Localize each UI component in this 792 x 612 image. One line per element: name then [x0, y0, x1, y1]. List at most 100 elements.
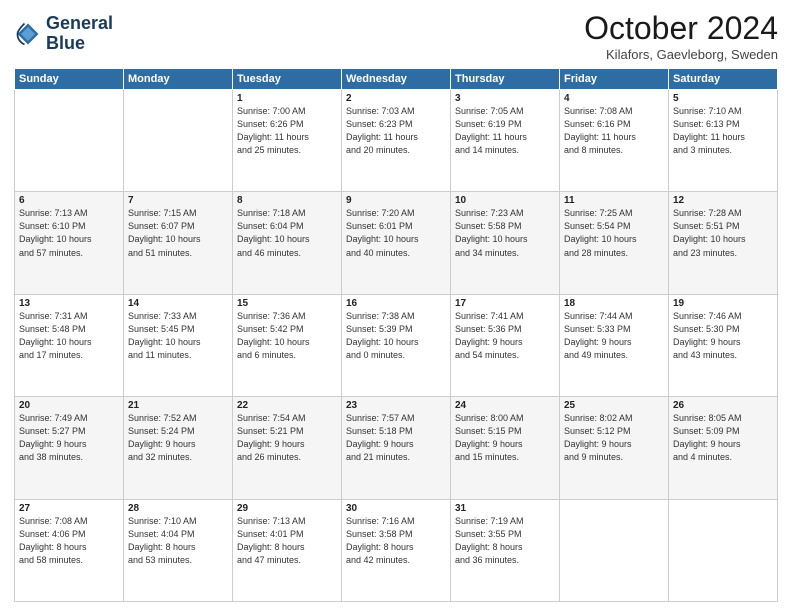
day-number: 12 — [673, 195, 773, 206]
day-header-friday: Friday — [560, 69, 669, 90]
day-number: 22 — [237, 400, 337, 411]
day-number: 7 — [128, 195, 228, 206]
day-cell: 2Sunrise: 7:03 AM Sunset: 6:23 PM Daylig… — [342, 90, 451, 192]
day-cell: 17Sunrise: 7:41 AM Sunset: 5:36 PM Dayli… — [451, 294, 560, 396]
day-number: 5 — [673, 93, 773, 104]
day-cell: 11Sunrise: 7:25 AM Sunset: 5:54 PM Dayli… — [560, 192, 669, 294]
location-subtitle: Kilafors, Gaevleborg, Sweden — [584, 47, 778, 62]
day-number: 23 — [346, 400, 446, 411]
day-info: Sunrise: 7:18 AM Sunset: 6:04 PM Dayligh… — [237, 207, 337, 259]
page: General Blue October 2024 Kilafors, Gaev… — [0, 0, 792, 612]
logo-text: General Blue — [46, 14, 113, 54]
day-header-thursday: Thursday — [451, 69, 560, 90]
day-info: Sunrise: 7:38 AM Sunset: 5:39 PM Dayligh… — [346, 310, 446, 362]
day-cell: 13Sunrise: 7:31 AM Sunset: 5:48 PM Dayli… — [15, 294, 124, 396]
day-number: 29 — [237, 503, 337, 514]
day-number: 30 — [346, 503, 446, 514]
day-cell — [15, 90, 124, 192]
day-number: 11 — [564, 195, 664, 206]
week-row-1: 1Sunrise: 7:00 AM Sunset: 6:26 PM Daylig… — [15, 90, 778, 192]
day-cell: 19Sunrise: 7:46 AM Sunset: 5:30 PM Dayli… — [669, 294, 778, 396]
calendar-header-row: SundayMondayTuesdayWednesdayThursdayFrid… — [15, 69, 778, 90]
day-info: Sunrise: 7:13 AM Sunset: 6:10 PM Dayligh… — [19, 207, 119, 259]
day-cell — [124, 90, 233, 192]
day-cell: 3Sunrise: 7:05 AM Sunset: 6:19 PM Daylig… — [451, 90, 560, 192]
day-cell: 23Sunrise: 7:57 AM Sunset: 5:18 PM Dayli… — [342, 397, 451, 499]
day-cell: 9Sunrise: 7:20 AM Sunset: 6:01 PM Daylig… — [342, 192, 451, 294]
day-cell: 29Sunrise: 7:13 AM Sunset: 4:01 PM Dayli… — [233, 499, 342, 601]
day-info: Sunrise: 7:03 AM Sunset: 6:23 PM Dayligh… — [346, 105, 446, 157]
day-info: Sunrise: 7:08 AM Sunset: 4:06 PM Dayligh… — [19, 515, 119, 567]
day-info: Sunrise: 7:20 AM Sunset: 6:01 PM Dayligh… — [346, 207, 446, 259]
day-cell: 22Sunrise: 7:54 AM Sunset: 5:21 PM Dayli… — [233, 397, 342, 499]
day-info: Sunrise: 7:00 AM Sunset: 6:26 PM Dayligh… — [237, 105, 337, 157]
day-number: 20 — [19, 400, 119, 411]
day-number: 1 — [237, 93, 337, 104]
week-row-3: 13Sunrise: 7:31 AM Sunset: 5:48 PM Dayli… — [15, 294, 778, 396]
day-info: Sunrise: 7:44 AM Sunset: 5:33 PM Dayligh… — [564, 310, 664, 362]
day-cell: 1Sunrise: 7:00 AM Sunset: 6:26 PM Daylig… — [233, 90, 342, 192]
day-info: Sunrise: 8:02 AM Sunset: 5:12 PM Dayligh… — [564, 412, 664, 464]
day-number: 26 — [673, 400, 773, 411]
day-header-wednesday: Wednesday — [342, 69, 451, 90]
day-number: 15 — [237, 298, 337, 309]
day-cell: 4Sunrise: 7:08 AM Sunset: 6:16 PM Daylig… — [560, 90, 669, 192]
day-cell: 27Sunrise: 7:08 AM Sunset: 4:06 PM Dayli… — [15, 499, 124, 601]
week-row-2: 6Sunrise: 7:13 AM Sunset: 6:10 PM Daylig… — [15, 192, 778, 294]
day-number: 8 — [237, 195, 337, 206]
day-info: Sunrise: 7:49 AM Sunset: 5:27 PM Dayligh… — [19, 412, 119, 464]
day-number: 28 — [128, 503, 228, 514]
day-cell — [560, 499, 669, 601]
day-info: Sunrise: 7:16 AM Sunset: 3:58 PM Dayligh… — [346, 515, 446, 567]
day-cell: 7Sunrise: 7:15 AM Sunset: 6:07 PM Daylig… — [124, 192, 233, 294]
day-number: 9 — [346, 195, 446, 206]
day-number: 19 — [673, 298, 773, 309]
week-row-4: 20Sunrise: 7:49 AM Sunset: 5:27 PM Dayli… — [15, 397, 778, 499]
day-cell: 16Sunrise: 7:38 AM Sunset: 5:39 PM Dayli… — [342, 294, 451, 396]
day-number: 25 — [564, 400, 664, 411]
month-title: October 2024 — [584, 10, 778, 47]
day-number: 4 — [564, 93, 664, 104]
day-cell: 6Sunrise: 7:13 AM Sunset: 6:10 PM Daylig… — [15, 192, 124, 294]
calendar-table: SundayMondayTuesdayWednesdayThursdayFrid… — [14, 68, 778, 602]
day-info: Sunrise: 7:52 AM Sunset: 5:24 PM Dayligh… — [128, 412, 228, 464]
day-cell: 24Sunrise: 8:00 AM Sunset: 5:15 PM Dayli… — [451, 397, 560, 499]
day-cell: 26Sunrise: 8:05 AM Sunset: 5:09 PM Dayli… — [669, 397, 778, 499]
day-cell: 31Sunrise: 7:19 AM Sunset: 3:55 PM Dayli… — [451, 499, 560, 601]
day-info: Sunrise: 7:15 AM Sunset: 6:07 PM Dayligh… — [128, 207, 228, 259]
logo-icon — [14, 20, 42, 48]
day-info: Sunrise: 7:33 AM Sunset: 5:45 PM Dayligh… — [128, 310, 228, 362]
day-cell: 8Sunrise: 7:18 AM Sunset: 6:04 PM Daylig… — [233, 192, 342, 294]
day-info: Sunrise: 7:54 AM Sunset: 5:21 PM Dayligh… — [237, 412, 337, 464]
day-header-monday: Monday — [124, 69, 233, 90]
day-info: Sunrise: 7:28 AM Sunset: 5:51 PM Dayligh… — [673, 207, 773, 259]
day-info: Sunrise: 7:05 AM Sunset: 6:19 PM Dayligh… — [455, 105, 555, 157]
day-info: Sunrise: 7:25 AM Sunset: 5:54 PM Dayligh… — [564, 207, 664, 259]
day-info: Sunrise: 7:08 AM Sunset: 6:16 PM Dayligh… — [564, 105, 664, 157]
day-number: 27 — [19, 503, 119, 514]
day-number: 18 — [564, 298, 664, 309]
day-number: 21 — [128, 400, 228, 411]
day-number: 6 — [19, 195, 119, 206]
logo: General Blue — [14, 14, 113, 54]
day-number: 13 — [19, 298, 119, 309]
day-cell: 5Sunrise: 7:10 AM Sunset: 6:13 PM Daylig… — [669, 90, 778, 192]
day-cell: 10Sunrise: 7:23 AM Sunset: 5:58 PM Dayli… — [451, 192, 560, 294]
calendar-body: 1Sunrise: 7:00 AM Sunset: 6:26 PM Daylig… — [15, 90, 778, 602]
day-info: Sunrise: 7:41 AM Sunset: 5:36 PM Dayligh… — [455, 310, 555, 362]
day-cell: 18Sunrise: 7:44 AM Sunset: 5:33 PM Dayli… — [560, 294, 669, 396]
day-number: 24 — [455, 400, 555, 411]
day-number: 10 — [455, 195, 555, 206]
day-header-sunday: Sunday — [15, 69, 124, 90]
day-cell: 28Sunrise: 7:10 AM Sunset: 4:04 PM Dayli… — [124, 499, 233, 601]
day-info: Sunrise: 7:10 AM Sunset: 4:04 PM Dayligh… — [128, 515, 228, 567]
day-cell — [669, 499, 778, 601]
day-header-saturday: Saturday — [669, 69, 778, 90]
day-number: 17 — [455, 298, 555, 309]
day-info: Sunrise: 7:57 AM Sunset: 5:18 PM Dayligh… — [346, 412, 446, 464]
day-cell: 12Sunrise: 7:28 AM Sunset: 5:51 PM Dayli… — [669, 192, 778, 294]
day-info: Sunrise: 8:05 AM Sunset: 5:09 PM Dayligh… — [673, 412, 773, 464]
day-number: 14 — [128, 298, 228, 309]
day-cell: 25Sunrise: 8:02 AM Sunset: 5:12 PM Dayli… — [560, 397, 669, 499]
day-number: 2 — [346, 93, 446, 104]
